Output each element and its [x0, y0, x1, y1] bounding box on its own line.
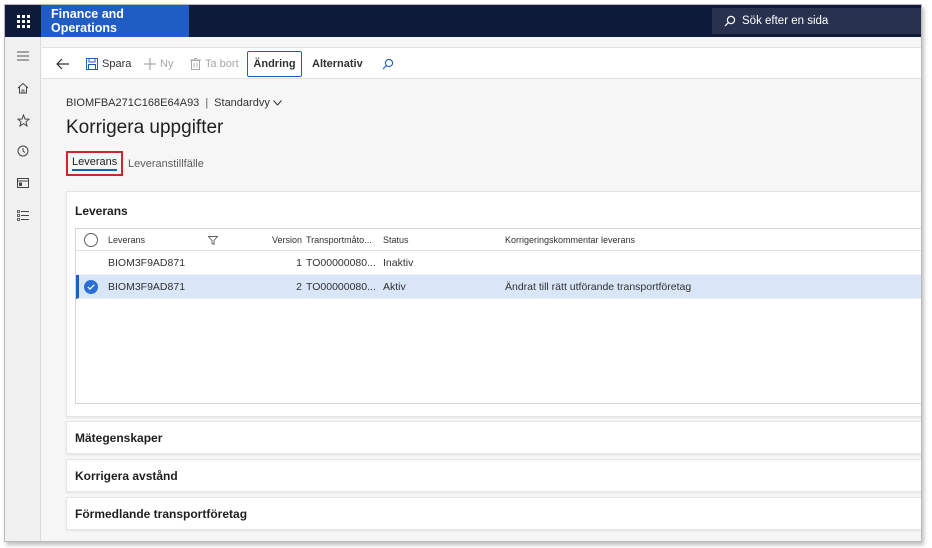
home-icon[interactable] — [5, 77, 41, 99]
column-header-status[interactable]: Status — [383, 229, 443, 251]
change-button[interactable]: Ändring — [247, 51, 302, 77]
record-id: BIOMFBA271C168E64A93 — [66, 97, 200, 109]
tab-leveranstillfalle[interactable]: Leveranstillfälle — [128, 151, 204, 177]
cell-delivery: BIOM3F9AD871 — [108, 257, 186, 269]
delivery-panel: Leverans Leverans Version Transportmåto.… — [66, 191, 921, 417]
chevron-down-icon — [272, 100, 282, 106]
tab-leverans[interactable]: Leverans — [66, 151, 124, 176]
new-label: Ny — [160, 58, 174, 70]
back-button[interactable] — [56, 48, 74, 80]
breadcrumb-separator: | — [205, 97, 209, 109]
page-title: Korrigera uppgifter — [66, 117, 224, 138]
tab-label: Leveranstillfälle — [128, 158, 204, 170]
cell-version: 2 — [296, 281, 302, 293]
app-launcher-button[interactable] — [5, 5, 41, 37]
section-intermediary-carrier[interactable]: Förmedlande transportföretag — [66, 497, 921, 530]
workspace-icon[interactable] — [5, 172, 41, 194]
cell-comment — [505, 251, 905, 275]
section-title: Mätegenskaper — [75, 430, 163, 445]
view-selector[interactable]: Standardvy — [214, 97, 282, 109]
save-button[interactable]: Spara — [86, 48, 131, 80]
column-header-delivery[interactable]: Leverans — [108, 229, 208, 251]
hamburger-icon[interactable] — [5, 45, 41, 67]
delete-label: Ta bort — [205, 58, 239, 70]
list-icon[interactable] — [5, 204, 41, 226]
navigation-rail — [5, 37, 41, 541]
breadcrumb: BIOMFBA271C168E64A93 | Standardvy — [66, 97, 282, 109]
save-label: Spara — [102, 58, 132, 70]
circle-icon — [84, 233, 98, 247]
column-header-comment[interactable]: Korrigeringskommentar leverans — [505, 229, 805, 251]
search-icon — [724, 15, 736, 27]
cell-comment: Ändrat till rätt utförande transportföre… — [505, 281, 692, 293]
section-correct-distance[interactable]: Korrigera avstånd — [66, 459, 921, 492]
cell-transport: TO00000080... — [306, 281, 376, 293]
action-bar: Spara Ny Ta bort Ändring Alternativ — [42, 47, 921, 80]
top-bar: Finance and Operations Sök efter en sida — [5, 5, 921, 37]
delivery-grid: Leverans Version Transportmåto... Status… — [75, 228, 921, 404]
table-row-selected[interactable]: BIOM3F9AD871 2 TO00000080... Aktiv Ändra… — [76, 275, 921, 299]
cell-delivery: BIOM3F9AD871 — [108, 281, 186, 293]
delete-button[interactable]: Ta bort — [190, 48, 239, 80]
save-icon — [86, 58, 98, 70]
app-window: Finance and Operations Sök efter en sida — [4, 4, 922, 542]
section-measurement-properties[interactable]: Mätegenskaper — [66, 421, 921, 454]
plus-icon — [144, 58, 156, 70]
app-title[interactable]: Finance and Operations — [41, 5, 189, 37]
select-all-checkbox[interactable] — [84, 229, 100, 251]
main-content: Spara Ny Ta bort Ändring Alternativ BIOM… — [42, 37, 921, 541]
view-label: Standardvy — [214, 97, 270, 109]
column-header-transport[interactable]: Transportmåto... — [306, 229, 378, 251]
cell-status: Aktiv — [383, 281, 406, 293]
row-checkbox[interactable] — [84, 275, 100, 299]
search-placeholder: Sök efter en sida — [742, 15, 829, 27]
cell-version: 1 — [296, 257, 302, 269]
section-title: Förmedlande transportföretag — [75, 506, 248, 521]
find-button[interactable] — [382, 48, 398, 80]
star-icon[interactable] — [5, 109, 41, 131]
panel-title[interactable]: Leverans — [75, 204, 128, 218]
new-button[interactable]: Ny — [144, 48, 173, 80]
page-search-box[interactable]: Sök efter en sida — [712, 8, 921, 34]
options-button[interactable]: Alternativ — [312, 48, 363, 80]
search-icon — [382, 58, 394, 70]
waffle-icon — [16, 14, 30, 28]
filter-icon — [208, 235, 218, 245]
tab-label: Leverans — [72, 156, 118, 171]
back-arrow-icon — [56, 58, 69, 70]
cell-transport: TO00000080... — [306, 257, 376, 269]
filter-button[interactable] — [208, 229, 228, 251]
cell-status: Inaktiv — [383, 257, 414, 269]
table-row[interactable]: BIOM3F9AD871 1 TO00000080... Inaktiv — [76, 251, 921, 275]
column-header-version[interactable]: Version — [254, 229, 302, 251]
grid-header: Leverans Version Transportmåto... Status… — [76, 229, 921, 251]
section-title: Korrigera avstånd — [75, 468, 178, 483]
trash-icon — [190, 58, 201, 70]
checkmark-icon — [84, 280, 98, 294]
clock-icon[interactable] — [5, 140, 41, 162]
